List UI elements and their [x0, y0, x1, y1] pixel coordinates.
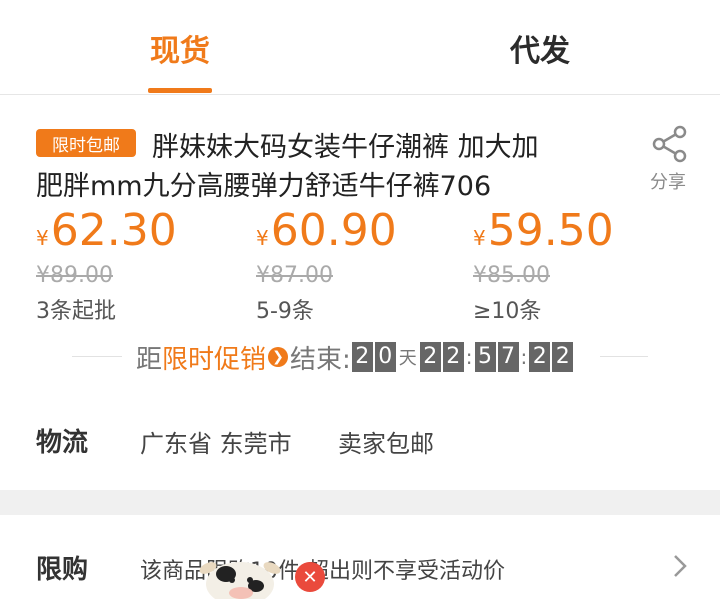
- timer-separator: :: [465, 345, 473, 369]
- timer-digit: 2: [419, 342, 441, 372]
- countdown-suffix: 结束:: [290, 344, 351, 375]
- original-price: ¥87.00: [256, 263, 333, 288]
- timer-digit: 2: [529, 342, 551, 372]
- tab-bar: 现货 代发: [0, 0, 720, 95]
- logistics-label: 物流: [36, 428, 89, 458]
- countdown-prefix: 距: [136, 344, 163, 375]
- currency-symbol: ¥: [256, 226, 269, 250]
- tier-price: ¥59.50: [473, 205, 614, 256]
- price-tier-1: ¥62.30 ¥89.00 3条起批: [36, 205, 236, 325]
- close-icon[interactable]: ✕: [295, 562, 325, 592]
- divider-line: [72, 356, 122, 357]
- chevron-right-icon[interactable]: ❯: [268, 347, 289, 367]
- quantity-range: 5-9条: [256, 299, 314, 324]
- timer-digit: 2: [552, 342, 574, 372]
- price-amount: 59.50: [487, 205, 614, 256]
- quantity-range: 3条起批: [36, 299, 116, 324]
- product-title-line-2: 肥胖mm九分高腰弹力舒适牛仔裤706: [36, 171, 492, 202]
- timer-digit: 5: [474, 342, 496, 372]
- price-tier-2: ¥60.90 ¥87.00 5-9条: [256, 205, 456, 325]
- timer-digit: 7: [497, 342, 519, 372]
- tier-price: ¥60.90: [256, 205, 397, 256]
- share-label: 分享: [650, 172, 686, 193]
- shipping-method: 卖家包邮: [338, 430, 434, 458]
- logistics-row: 物流 广东省 东莞市 卖家包邮: [0, 400, 720, 480]
- share-icon: [652, 125, 687, 163]
- original-price: ¥89.00: [36, 263, 113, 288]
- cow-mascot-icon[interactable]: [196, 544, 284, 599]
- timer-separator: :: [520, 345, 528, 369]
- day-unit: 天: [398, 348, 417, 369]
- active-tab-indicator: [148, 88, 212, 93]
- currency-symbol: ¥: [36, 226, 49, 250]
- product-title-line-1: 胖妹妹大码女装牛仔潮裤 加大加: [152, 132, 539, 163]
- ship-from-location: 广东省 东莞市: [140, 430, 292, 458]
- divider-line: [600, 356, 648, 357]
- price-amount: 60.90: [270, 205, 397, 256]
- section-divider: [0, 490, 720, 515]
- promotion-name[interactable]: 限时促销: [162, 339, 266, 376]
- original-price: ¥85.00: [473, 263, 550, 288]
- promotion-countdown: 距 限时促销 ❯ 结束: 20 天 22 : 57 : 22: [136, 339, 574, 376]
- free-shipping-badge: 限时包邮: [36, 129, 136, 157]
- price-amount: 62.30: [50, 205, 177, 256]
- timer-digit: 2: [442, 342, 464, 372]
- price-tier-3: ¥59.50 ¥85.00 ≥10条: [473, 205, 673, 325]
- currency-symbol: ¥: [473, 226, 486, 250]
- chevron-right-icon[interactable]: [672, 553, 688, 579]
- tab-dropshipping[interactable]: 代发: [450, 0, 630, 95]
- tab-spot-goods[interactable]: 现货: [90, 0, 270, 95]
- quantity-range: ≥10条: [473, 299, 542, 324]
- share-button[interactable]: 分享: [644, 124, 696, 194]
- timer-digit: 0: [374, 342, 396, 372]
- purchase-limit-label: 限购: [36, 555, 89, 585]
- timer-digit: 2: [351, 342, 373, 372]
- purchase-limit-row[interactable]: 限购 该商品限购10件,超出则不享受活动价: [0, 515, 720, 599]
- tier-price: ¥62.30: [36, 205, 177, 256]
